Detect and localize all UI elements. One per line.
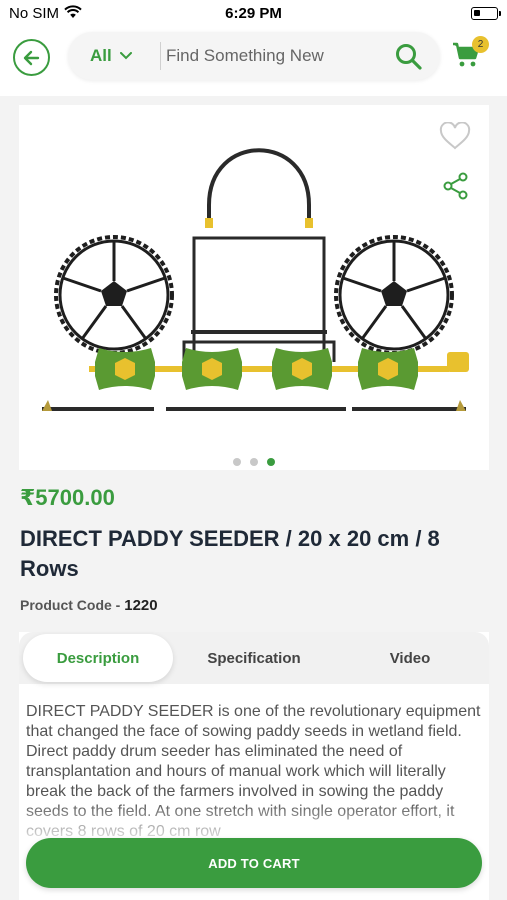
search-bar: All (68, 32, 440, 80)
search-divider (160, 42, 161, 70)
product-code-label: Product Code - (20, 597, 121, 613)
category-filter-label: All (90, 46, 112, 65)
product-image-card (19, 105, 489, 470)
arrow-left-icon (23, 50, 39, 65)
search-input[interactable] (166, 40, 386, 72)
carousel-dot[interactable] (233, 458, 241, 466)
battery-icon (471, 7, 501, 20)
product-title: DIRECT PADDY SEEDER / 20 x 20 cm / 8 Row… (20, 526, 440, 581)
cart-button[interactable]: 2 (452, 36, 492, 76)
header: All 2 (0, 28, 507, 96)
details-tabs: Description Specification Video (19, 632, 489, 684)
category-filter-dropdown[interactable]: All (90, 32, 132, 80)
cart-count-badge: 2 (472, 36, 489, 53)
search-icon[interactable] (395, 43, 422, 75)
clock: 6:29 PM (225, 5, 282, 22)
product-price: ₹5700.00 (20, 485, 115, 510)
add-to-cart-button[interactable]: ADD TO CART (26, 838, 482, 888)
chevron-down-icon (119, 52, 132, 60)
product-code: Product Code - 1220 (20, 597, 158, 614)
tab-video[interactable]: Video (335, 632, 485, 684)
carousel-dot[interactable] (250, 458, 258, 466)
product-image[interactable] (39, 130, 469, 420)
tab-specification[interactable]: Specification (179, 632, 329, 684)
tab-description[interactable]: Description (23, 634, 173, 682)
image-carousel-indicator (19, 458, 489, 466)
back-button[interactable] (13, 39, 50, 76)
carousel-dot-active[interactable] (267, 458, 275, 466)
product-code-value: 1220 (124, 597, 158, 614)
status-bar: No SIM 6:29 PM (0, 0, 507, 28)
